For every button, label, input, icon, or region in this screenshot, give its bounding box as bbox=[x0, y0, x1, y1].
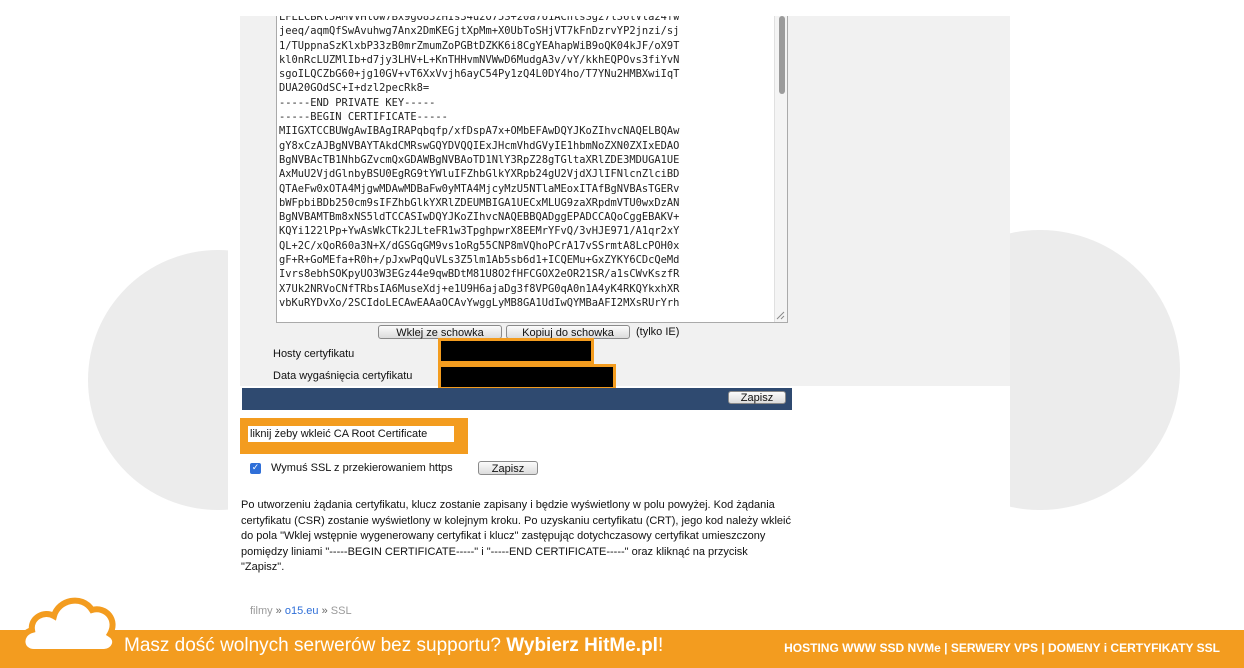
resize-handle-icon[interactable] bbox=[775, 310, 785, 320]
banner-slogan: Masz dość wolnych serwerów bez supportu?… bbox=[124, 635, 663, 657]
breadcrumb: filmy » o15.eu » SSL bbox=[250, 605, 352, 617]
banner-exclamation: ! bbox=[657, 635, 664, 656]
expiry-label: Data wygaśnięcia certyfikatu bbox=[273, 370, 413, 382]
breadcrumb-separator: » bbox=[275, 605, 282, 617]
cloud-logo-icon bbox=[19, 597, 119, 655]
instructions-text: Po utworzeniu żądania certyfikatu, klucz… bbox=[241, 499, 791, 573]
hosts-label: Hosty certyfikatu bbox=[273, 348, 355, 360]
breadcrumb-separator: » bbox=[321, 605, 328, 617]
breadcrumb-item-domain[interactable]: o15.eu bbox=[285, 605, 319, 617]
expiry-value-redacted bbox=[438, 364, 616, 390]
banner-services: HOSTING WWW SSD NVMe | SERWERY VPS | DOM… bbox=[784, 641, 1220, 655]
scrollbar-thumb[interactable] bbox=[779, 16, 785, 94]
save-certificate-button[interactable]: Zapisz bbox=[728, 391, 786, 404]
ca-root-highlight: liknij żeby wkleić CA Root Certificate bbox=[240, 418, 468, 454]
certificate-key-textarea[interactable]: LFLLCBRl5AMVVHlOw7Bx9gO83zHIs34u2O75S+20… bbox=[276, 16, 788, 323]
save-bar: Zapisz bbox=[242, 388, 792, 410]
breadcrumb-item-ssl[interactable]: SSL bbox=[331, 605, 352, 617]
force-ssl-checkbox[interactable]: ✓ bbox=[250, 463, 261, 474]
ie-only-note: (tylko IE) bbox=[636, 326, 680, 338]
paste-from-clipboard-button[interactable]: Wklej ze schowka bbox=[378, 325, 502, 339]
promo-banner: Masz dość wolnych serwerów bez supportu?… bbox=[0, 597, 1244, 668]
save-force-ssl-button[interactable]: Zapisz bbox=[478, 461, 538, 475]
banner-brand[interactable]: Wybierz HitMe.pl bbox=[506, 635, 658, 656]
ssl-panel: LFLLCBRl5AMVVHlOw7Bx9gO83zHIs34u2O75S+20… bbox=[228, 16, 1010, 620]
copy-to-clipboard-button[interactable]: Kopiuj do schowka bbox=[506, 325, 630, 339]
ca-root-link[interactable]: liknij żeby wkleić CA Root Certificate bbox=[248, 426, 454, 442]
force-ssl-label: Wymuś SSL z przekierowaniem https bbox=[271, 462, 453, 474]
textarea-scrollbar[interactable] bbox=[774, 16, 787, 322]
breadcrumb-item-filmy[interactable]: filmy bbox=[250, 605, 273, 617]
hosts-value-redacted bbox=[438, 338, 594, 364]
banner-slogan-text: Masz dość wolnych serwerów bez supportu? bbox=[124, 635, 507, 656]
certificate-key-text: LFLLCBRl5AMVVHlOw7Bx9gO83zHIs34u2O75S+20… bbox=[279, 16, 680, 309]
